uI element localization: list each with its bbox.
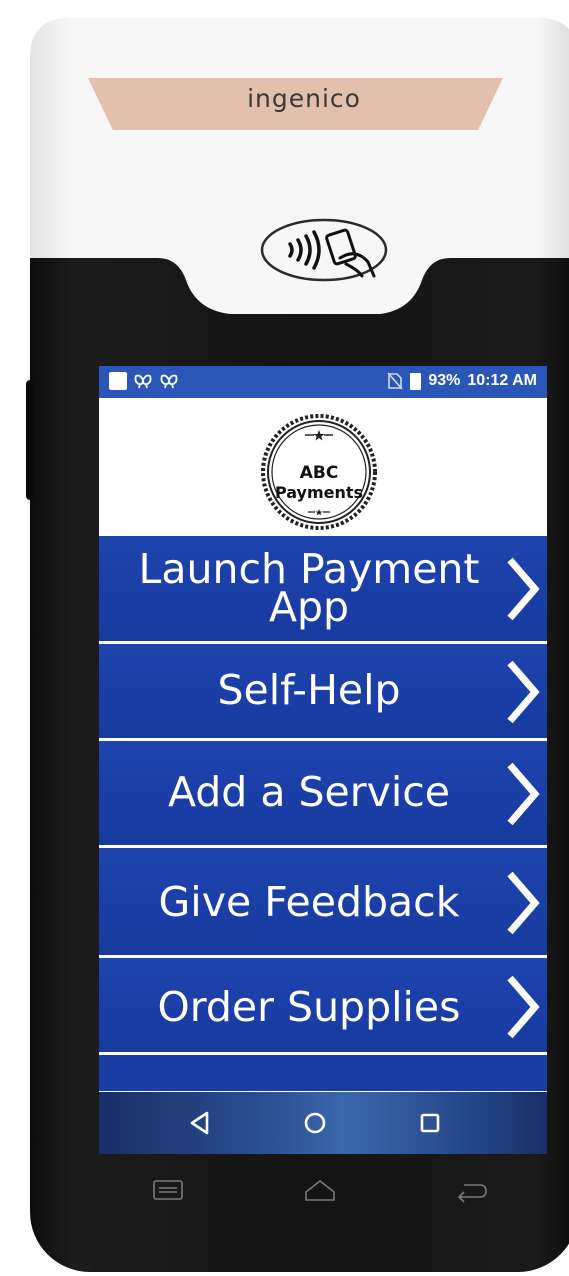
chevron-right-icon: [507, 975, 540, 1039]
navigation-bar: [99, 1092, 547, 1154]
logo-line-2: Payments: [274, 483, 364, 502]
hw-back-icon[interactable]: [454, 1176, 490, 1204]
hw-home-icon[interactable]: [302, 1176, 338, 1204]
battery-icon: [410, 372, 422, 390]
brand-logo-text: ingenico: [247, 84, 361, 113]
no-sim-icon: [387, 372, 403, 390]
menu-item-launch-payment-app[interactable]: Launch Payment App: [99, 536, 547, 644]
home-icon[interactable]: [300, 1108, 330, 1138]
menu-item-add-a-service[interactable]: Add a Service: [99, 741, 547, 848]
hw-menu-icon[interactable]: [150, 1176, 186, 1204]
logo-area: ABC Payments: [99, 398, 547, 536]
notification-square-icon: [109, 372, 127, 390]
device-mockup: ingenico 93% 10:12 AM ABC Payments Launc…: [0, 0, 569, 1276]
side-button: [26, 380, 34, 500]
menu-item-label: Self-Help: [217, 666, 401, 714]
menu-item-give-feedback[interactable]: Give Feedback: [99, 848, 547, 958]
chevron-right-icon: [507, 557, 540, 621]
menu-item-self-help[interactable]: Self-Help: [99, 644, 547, 741]
back-icon[interactable]: [185, 1108, 215, 1138]
menu-item-label: Give Feedback: [158, 878, 460, 926]
recents-icon[interactable]: [415, 1108, 445, 1138]
chevron-right-icon: [507, 871, 540, 935]
chevron-right-icon: [507, 762, 540, 826]
menu-item-label: Launch Payment App: [138, 545, 480, 631]
menu-item-label: Add a Service: [167, 768, 451, 816]
battery-percent: 93%: [428, 372, 461, 389]
status-bar: 93% 10:12 AM: [99, 366, 547, 398]
app-icon: [160, 374, 178, 389]
logo-line-1: ABC: [299, 463, 339, 483]
menu-item-order-supplies[interactable]: Order Supplies: [99, 958, 547, 1055]
clock: 10:12 AM: [467, 372, 537, 389]
menu-partial-item: [99, 1055, 547, 1091]
menu-item-label: Order Supplies: [157, 983, 461, 1031]
app-icon: [134, 374, 152, 389]
screen: 93% 10:12 AM ABC Payments Launch Payment…: [99, 366, 547, 1154]
main-menu: Launch Payment App Self-Help Add a Servi…: [99, 536, 547, 1091]
chevron-right-icon: [507, 660, 540, 724]
contactless-icon: [260, 218, 388, 282]
